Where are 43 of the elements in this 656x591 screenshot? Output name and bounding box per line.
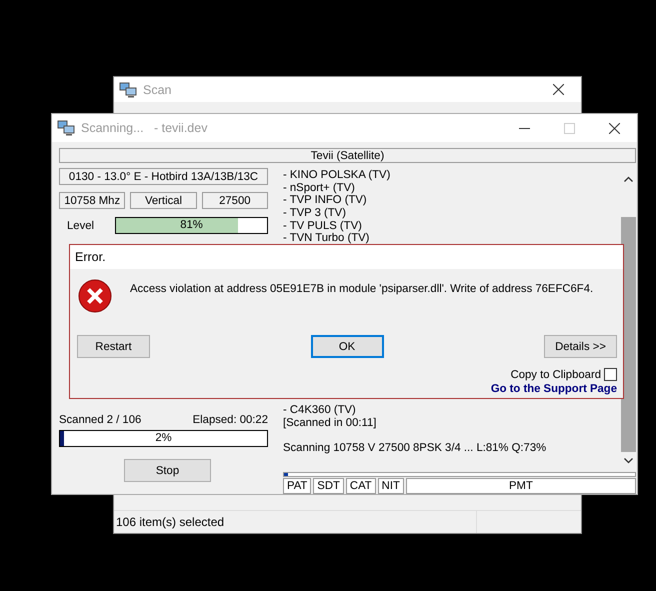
table-indicator: PMT — [406, 478, 636, 494]
dialog-button[interactable]: Restart — [77, 335, 150, 358]
dialog-title: Error. — [75, 250, 106, 264]
log-line: Scanning 10758 V 27500 8PSK 3/4 ... L:81% Q:73% — [283, 442, 548, 455]
window-title: Scan — [143, 82, 172, 96]
status-text: 106 item(s) selected — [114, 511, 477, 533]
computer-icon — [57, 120, 75, 136]
log-line: - TVP INFO (TV) — [283, 194, 368, 208]
table-indicator: PAT — [283, 478, 312, 494]
scroll-up-icon[interactable] — [624, 176, 633, 182]
window-title: Scanning... - tevii.dev — [81, 121, 208, 135]
log-line: - KINO POLSKA (TV) — [283, 169, 392, 182]
checkbox-label: Copy to Clipboard — [510, 368, 601, 380]
polarization-field: Vertical — [130, 192, 197, 209]
progress-reading: 2% — [154, 431, 173, 446]
scanned-count: Scanned 2 / 106 — [59, 414, 142, 426]
device-header: Tevii (Satellite) — [59, 148, 636, 163]
close-icon[interactable] — [553, 84, 564, 95]
table-indicator: SDT — [313, 478, 344, 494]
level-reading: 81% — [179, 218, 204, 233]
support-link[interactable]: Go to the Support Page — [490, 383, 617, 395]
elapsed-time: Elapsed: 00:22 — [192, 414, 268, 426]
symbol-rate-field: 27500 — [202, 192, 268, 209]
scroll-down-icon[interactable] — [624, 458, 633, 464]
log-line: - TV PULS (TV) — [283, 220, 363, 232]
level-label: Level — [66, 220, 96, 232]
frequency-field: 10758 Mhz — [59, 192, 126, 209]
error-icon — [78, 279, 112, 313]
computer-icon — [119, 82, 137, 98]
log-line: - TVN Turbo (TV) — [283, 232, 370, 246]
stop-button[interactable]: Stop — [124, 459, 211, 482]
dialog-button[interactable]: Details >> — [544, 335, 617, 358]
log-line: - C4K360 (TV) — [283, 404, 357, 417]
close-icon[interactable] — [609, 122, 620, 134]
log-line: - TVP 3 (TV) — [283, 207, 347, 220]
error-message: Access violation at address 05E91E7B in module 'psiparser.dll'. Write of address 76EFC6F4. — [130, 283, 594, 295]
table-indicator: NIT — [378, 478, 404, 494]
log-line: - nSport+ (TV) — [283, 182, 356, 194]
dialog-button[interactable]: OK — [310, 335, 384, 358]
table-indicator: CAT — [346, 478, 376, 494]
copy-checkbox[interactable] — [604, 368, 617, 381]
log-line: [Scanned in 00:11] — [283, 416, 378, 430]
satellite-field: 0130 - 13.0° E - Hotbird 13A/13B/13C — [59, 168, 268, 185]
